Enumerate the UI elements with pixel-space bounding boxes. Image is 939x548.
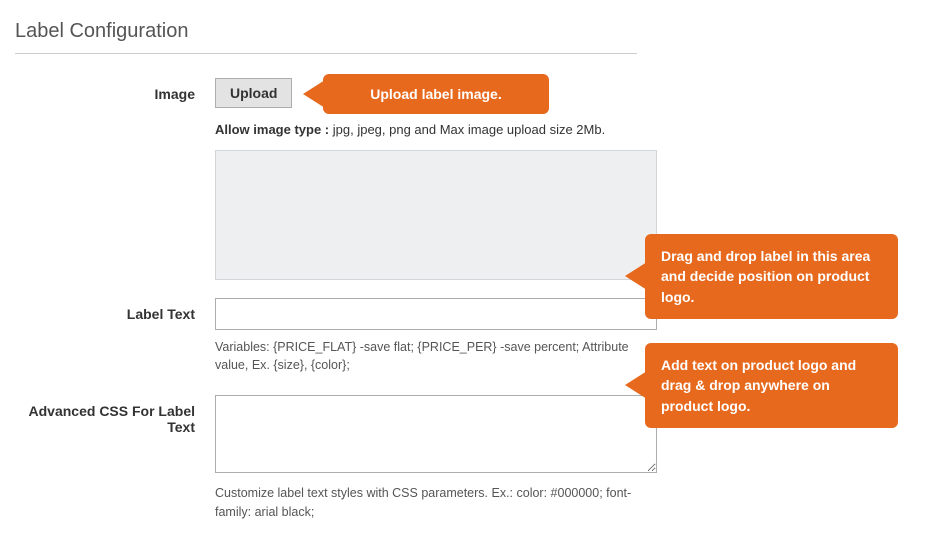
callout-upload: Upload label image. [323,74,549,114]
label-text-input[interactable] [215,298,657,330]
image-hint-prefix: Allow image type : [215,122,333,137]
advanced-css-textarea[interactable] [215,395,657,473]
image-drop-area[interactable] [215,150,657,280]
section-title: Label Configuration [15,20,637,54]
form-container: Image Upload Allow image type : jpg, jpe… [15,78,925,522]
advanced-css-label: Advanced CSS For Label Text [15,395,215,435]
image-hint-value: jpg, jpeg, png and Max image upload size… [333,122,605,137]
advanced-css-hint: Customize label text styles with CSS par… [215,484,657,522]
label-text-label: Label Text [15,298,215,322]
upload-button[interactable]: Upload [215,78,292,108]
callout-drop: Drag and drop label in this area and dec… [645,234,898,319]
image-hint: Allow image type : jpg, jpeg, png and Ma… [215,120,657,140]
callout-text: Add text on product logo and drag & drop… [645,343,898,428]
label-text-hint: Variables: {PRICE_FLAT} -save flat; {PRI… [215,338,657,376]
image-label: Image [15,78,215,102]
